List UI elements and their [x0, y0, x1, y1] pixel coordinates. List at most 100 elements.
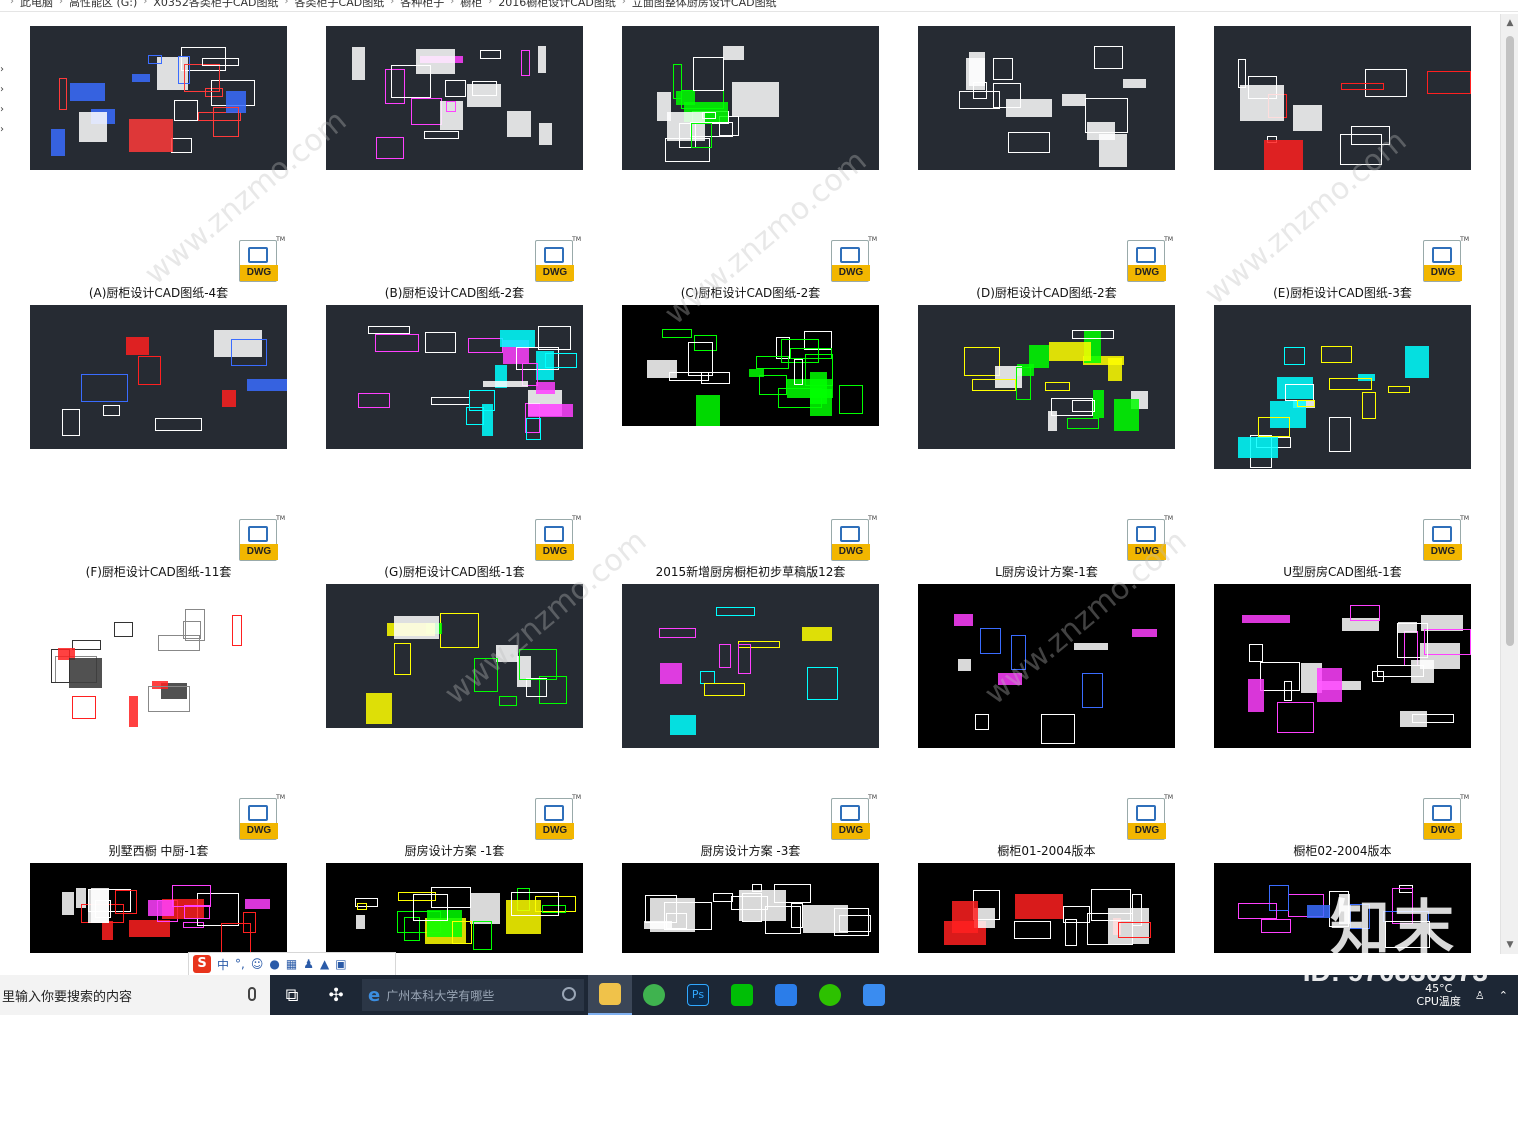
file-name-label[interactable]: 别墅西橱 中厨-1套: [30, 842, 287, 859]
chevron-right-icon[interactable]: ›: [0, 124, 4, 135]
ime-language-toggle[interactable]: 中: [217, 956, 229, 973]
ime-toolbar[interactable]: S 中 °, ☺ ● ▦ ♟ ▲ ▣: [188, 952, 396, 976]
sogou-logo-icon[interactable]: S: [193, 955, 211, 973]
browser-360-icon[interactable]: [632, 975, 676, 1015]
chevron-right-icon[interactable]: ›: [0, 104, 4, 115]
pinwheel-app-icon[interactable]: ✣: [314, 975, 358, 1015]
chevron-right-icon[interactable]: ›: [10, 0, 14, 7]
file-name-label[interactable]: 橱柜01-2004版本: [918, 842, 1175, 859]
file-name-label[interactable]: (F)厨柜设计CAD图纸-11套: [30, 563, 287, 580]
file-name-label[interactable]: (B)厨柜设计CAD图纸-2套: [326, 284, 583, 301]
file-thumbnail[interactable]: [1214, 584, 1471, 748]
file-item[interactable]: DWG TM (D)厨柜设计CAD图纸-2套: [918, 26, 1175, 305]
ime-punctuation-toggle[interactable]: °,: [235, 957, 245, 971]
file-thumbnail[interactable]: [326, 26, 583, 170]
file-thumbnail[interactable]: [918, 26, 1175, 170]
emoji-icon[interactable]: ☺: [251, 957, 264, 971]
keyboard-icon[interactable]: ▦: [286, 957, 297, 971]
file-thumbnail[interactable]: [918, 863, 1175, 953]
file-item[interactable]: DWG TM 2015新增厨房橱柜初步草稿版12套: [622, 305, 879, 584]
breadcrumb-item[interactable]: 橱柜: [460, 0, 482, 10]
file-name-label[interactable]: (E)厨柜设计CAD图纸-3套: [1214, 284, 1471, 301]
file-name-label[interactable]: (A)厨柜设计CAD图纸-4套: [30, 284, 287, 301]
chevron-right-icon[interactable]: ›: [59, 0, 63, 7]
scrollbar-thumb[interactable]: [1506, 36, 1514, 646]
file-name-label[interactable]: L厨房设计方案-1套: [918, 563, 1175, 580]
file-thumbnail[interactable]: [30, 26, 287, 170]
file-thumbnail[interactable]: [326, 863, 583, 953]
chevron-up-icon[interactable]: ⌃: [1499, 989, 1508, 1002]
user-icon[interactable]: ♟: [303, 957, 314, 971]
file-thumbnail[interactable]: [1214, 305, 1471, 469]
file-thumbnail[interactable]: [30, 584, 287, 728]
chevron-right-icon[interactable]: ›: [285, 0, 289, 7]
file-thumbnail[interactable]: [918, 305, 1175, 449]
breadcrumb-item[interactable]: 立面图整体厨房设计CAD图纸: [632, 0, 777, 10]
video-player-icon[interactable]: [764, 975, 808, 1015]
scroll-down-icon[interactable]: ▼: [1501, 936, 1518, 954]
file-name-label[interactable]: (G)厨柜设计CAD图纸-1套: [326, 563, 583, 580]
file-thumbnail[interactable]: [326, 584, 583, 728]
taskbar-search-box[interactable]: 里输入你要搜索的内容: [0, 975, 270, 1015]
file-item[interactable]: DWG TM (B)厨柜设计CAD图纸-2套: [326, 26, 583, 305]
skin-icon[interactable]: ▲: [320, 957, 329, 971]
scroll-up-icon[interactable]: ▲: [1501, 14, 1518, 32]
file-item[interactable]: DWG TM U型厨房CAD图纸-1套: [1214, 305, 1471, 584]
navigation-pane[interactable]: › › › ›: [0, 14, 8, 954]
breadcrumb-item[interactable]: 各种柜子: [400, 0, 444, 10]
file-thumbnail[interactable]: [622, 26, 879, 170]
task-view-icon[interactable]: ⧉: [270, 975, 314, 1015]
file-name-label[interactable]: U型厨房CAD图纸-1套: [1214, 563, 1471, 580]
chevron-right-icon[interactable]: ›: [622, 0, 626, 7]
chevron-right-icon[interactable]: ›: [488, 0, 492, 7]
file-item[interactable]: DWG TM (E)厨柜设计CAD图纸-3套: [1214, 26, 1471, 305]
microphone-icon[interactable]: ●: [269, 957, 279, 971]
file-thumbnail[interactable]: [622, 305, 879, 426]
chevron-right-icon[interactable]: ›: [450, 0, 454, 7]
photoshop-icon[interactable]: Ps: [676, 975, 720, 1015]
browser-address-bar[interactable]: e 广州本科大学有哪些: [362, 979, 584, 1011]
file-name-label[interactable]: 厨房设计方案 -3套: [622, 842, 879, 859]
file-explorer-icon[interactable]: [588, 975, 632, 1015]
file-thumbnail[interactable]: [1214, 26, 1471, 170]
cad-drawing-block: [445, 79, 466, 98]
file-item[interactable]: DWG TM 橱柜01-2004版本: [918, 584, 1175, 863]
file-item[interactable]: DWG TM (F)厨柜设计CAD图纸-11套: [30, 305, 287, 584]
iqiyi-icon[interactable]: [720, 975, 764, 1015]
chevron-right-icon[interactable]: ›: [0, 64, 4, 75]
file-item[interactable]: DWG TM 别墅西橱 中厨-1套: [30, 584, 287, 863]
breadcrumb-item[interactable]: 2016橱柜设计CAD图纸: [498, 0, 616, 10]
file-item[interactable]: DWG TM L厨房设计方案-1套: [918, 305, 1175, 584]
file-item[interactable]: DWG TM 橱柜02-2004版本: [1214, 584, 1471, 863]
file-name-label[interactable]: (D)厨柜设计CAD图纸-2套: [918, 284, 1175, 301]
toolbox-icon[interactable]: ▣: [335, 957, 346, 971]
vertical-scrollbar[interactable]: ▲ ▼: [1500, 14, 1518, 954]
chevron-right-icon[interactable]: ›: [390, 0, 394, 7]
file-item[interactable]: DWG TM (G)厨柜设计CAD图纸-1套: [326, 305, 583, 584]
file-name-label[interactable]: 2015新增厨房橱柜初步草稿版12套: [622, 563, 879, 580]
breadcrumb-item[interactable]: 高性能区 (G:): [69, 0, 137, 10]
chevron-right-icon[interactable]: ›: [0, 84, 4, 95]
file-thumbnail[interactable]: [622, 863, 879, 953]
file-name-label[interactable]: 厨房设计方案 -1套: [326, 842, 583, 859]
file-thumbnail[interactable]: [622, 584, 879, 748]
file-item[interactable]: DWG TM (A)厨柜设计CAD图纸-4套: [30, 26, 287, 305]
microphone-icon[interactable]: [248, 987, 256, 1001]
file-thumbnail[interactable]: [918, 584, 1175, 748]
file-name-label[interactable]: 橱柜02-2004版本: [1214, 842, 1471, 859]
file-thumbnail[interactable]: [326, 305, 583, 449]
breadcrumb-item[interactable]: 各类柜子CAD图纸: [295, 0, 385, 10]
file-item[interactable]: DWG TM 厨房设计方案 -1套: [326, 584, 583, 863]
file-thumbnail[interactable]: [30, 863, 287, 953]
people-icon[interactable]: ♙: [1475, 989, 1485, 1002]
breadcrumb-item[interactable]: 此电脑: [20, 0, 53, 10]
file-thumbnail[interactable]: [30, 305, 287, 449]
file-name-label[interactable]: (C)厨柜设计CAD图纸-2套: [622, 284, 879, 301]
baidu-netdisk-icon[interactable]: [852, 975, 896, 1015]
file-item[interactable]: DWG TM (C)厨柜设计CAD图纸-2套: [622, 26, 879, 305]
wechat-icon[interactable]: [808, 975, 852, 1015]
file-item[interactable]: DWG TM 厨房设计方案 -3套: [622, 584, 879, 863]
search-icon[interactable]: [562, 987, 576, 1001]
breadcrumb-item[interactable]: X0352各类柜子CAD图纸: [153, 0, 278, 10]
chevron-right-icon[interactable]: ›: [143, 0, 147, 7]
